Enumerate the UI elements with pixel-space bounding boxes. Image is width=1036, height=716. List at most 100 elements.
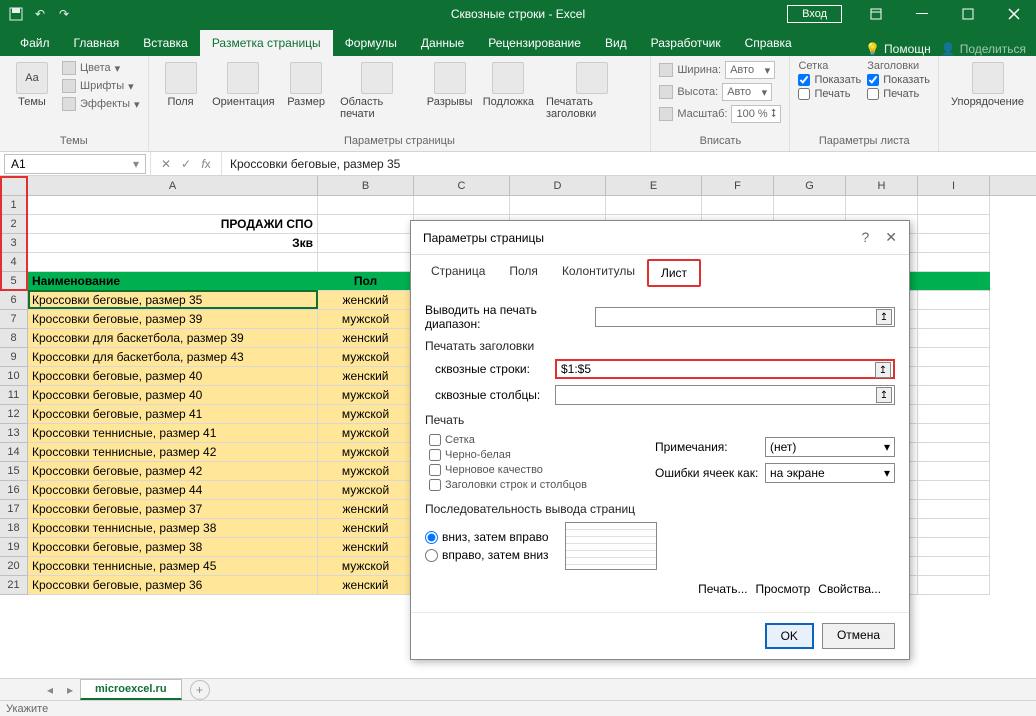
dialog-tab[interactable]: Колонтитулы	[550, 259, 647, 287]
ribbon: AaТемы Цвета▾ Шрифты▾ Эффекты▾ Темы Поля…	[0, 56, 1036, 152]
col-header[interactable]: A	[28, 176, 318, 195]
preview-button[interactable]: Просмотр	[755, 582, 810, 596]
login-button[interactable]: Вход	[787, 5, 842, 23]
enter-formula-icon[interactable]: ✓	[177, 157, 195, 171]
range-picker-icon[interactable]: ↥	[876, 309, 892, 325]
maximize-icon[interactable]	[946, 0, 990, 28]
background-button[interactable]: Подложка	[481, 60, 536, 110]
close-dialog-icon[interactable]: ✕	[885, 229, 897, 246]
cols-repeat-input[interactable]: ↥	[555, 385, 895, 405]
range-picker-icon[interactable]: ↥	[876, 387, 892, 403]
dialog-tab[interactable]: Поля	[497, 259, 550, 287]
errors-dropdown[interactable]: на экране▾	[765, 463, 895, 483]
share-button[interactable]: 👤Поделиться	[941, 42, 1026, 56]
height-dropdown[interactable]: Авто▾	[722, 83, 772, 101]
width-dropdown[interactable]: Авто▾	[725, 61, 775, 79]
dialog-tab[interactable]: Страница	[419, 259, 497, 287]
col-header[interactable]: G	[774, 176, 846, 195]
rows-repeat-input[interactable]: $1:$5↥	[555, 359, 895, 379]
title-bar: ↶ ↷ Сквозные строки - Excel Вход	[0, 0, 1036, 28]
orientation-button[interactable]: Ориентация	[211, 60, 277, 110]
group-themes: AaТемы Цвета▾ Шрифты▾ Эффекты▾ Темы	[0, 56, 149, 151]
cols-repeat-label: сквозные столбцы:	[435, 388, 555, 402]
cancel-button[interactable]: Отмена	[822, 623, 895, 649]
ribbon-tab[interactable]: Формулы	[333, 30, 409, 56]
size-button[interactable]: Размер	[282, 60, 330, 110]
comments-dropdown[interactable]: (нет)▾	[765, 437, 895, 457]
close-icon[interactable]	[992, 0, 1036, 28]
sheet-tab[interactable]: microexcel.ru	[80, 679, 182, 700]
table-row: 1	[0, 196, 1036, 215]
add-sheet-icon[interactable]: +	[190, 680, 210, 700]
colors-button[interactable]: Цвета▾	[62, 60, 140, 76]
next-sheet-icon[interactable]: ▸	[60, 683, 80, 697]
order-right-then-down[interactable]: вправо, затем вниз	[425, 548, 549, 562]
minimize-icon[interactable]	[900, 0, 944, 28]
ribbon-tab[interactable]: Вид	[593, 30, 639, 56]
ribbon-options-icon[interactable]	[854, 0, 898, 28]
ribbon-tab[interactable]: Данные	[409, 30, 476, 56]
print-titles-button[interactable]: Печатать заголовки	[542, 60, 642, 122]
ribbon-tab[interactable]: Справка	[733, 30, 804, 56]
fonts-button[interactable]: Шрифты▾	[62, 78, 140, 94]
scale-icon	[659, 107, 673, 121]
print-range-input[interactable]: ↥	[595, 307, 895, 327]
print-option-check[interactable]: Черно-белая	[429, 449, 635, 461]
group-scale: Ширина:Авто▾ Высота:Авто▾ Масштаб:100 %⭥…	[651, 56, 790, 151]
ribbon-tab[interactable]: Разметка страницы	[200, 30, 333, 56]
headings-show-check[interactable]: Показать	[867, 74, 930, 86]
print-option-check[interactable]: Заголовки строк и столбцов	[429, 479, 635, 491]
col-header[interactable]: C	[414, 176, 510, 195]
breaks-button[interactable]: Разрывы	[425, 60, 475, 110]
print-option-check[interactable]: Черновое качество	[429, 464, 635, 476]
print-area-button[interactable]: Область печати	[336, 60, 418, 122]
ribbon-tab[interactable]: Рецензирование	[476, 30, 593, 56]
ok-button[interactable]: OK	[765, 623, 814, 649]
print-section: Печать	[425, 413, 895, 427]
grid-print-check[interactable]: Печать	[798, 88, 861, 100]
arrange-button[interactable]: Упорядочение	[947, 60, 1028, 110]
undo-icon[interactable]: ↶	[30, 4, 50, 24]
name-box[interactable]: A1▾	[4, 154, 146, 174]
fx-icon[interactable]: fx	[197, 157, 215, 171]
grid-show-check[interactable]: Показать	[798, 74, 861, 86]
themes-button[interactable]: AaТемы	[8, 60, 56, 110]
group-label: Вписать	[659, 133, 781, 149]
cancel-formula-icon[interactable]: ✕	[157, 157, 175, 171]
col-header[interactable]: B	[318, 176, 414, 195]
order-down-then-right[interactable]: вниз, затем вправо	[425, 530, 549, 544]
dialog-tabs: СтраницаПоляКолонтитулыЛист	[411, 255, 909, 287]
themes-icon: Aa	[16, 62, 48, 94]
formula-input[interactable]: Кроссовки беговые, размер 35	[222, 157, 1036, 171]
dialog-tab[interactable]: Лист	[647, 259, 701, 287]
prev-sheet-icon[interactable]: ◂	[40, 683, 60, 697]
ribbon-tab[interactable]: Главная	[62, 30, 132, 56]
ribbon-tabs: ФайлГлавнаяВставкаРазметка страницыФорму…	[0, 28, 1036, 56]
print-option-check[interactable]: Сетка	[429, 434, 635, 446]
help-icon[interactable]: ?	[861, 229, 869, 246]
print-button[interactable]: Печать...	[698, 582, 747, 596]
scale-spinner[interactable]: 100 %⭥	[731, 105, 781, 123]
ribbon-tab[interactable]: Разработчик	[639, 30, 733, 56]
ribbon-tab[interactable]: Вставка	[131, 30, 200, 56]
range-picker-icon[interactable]: ↥	[875, 362, 891, 378]
col-header[interactable]: E	[606, 176, 702, 195]
status-bar: Укажите	[0, 700, 1036, 716]
redo-icon[interactable]: ↷	[54, 4, 74, 24]
col-header[interactable]: F	[702, 176, 774, 195]
effects-button[interactable]: Эффекты▾	[62, 96, 140, 112]
group-label	[947, 145, 1028, 149]
ribbon-tab[interactable]: Файл	[8, 30, 62, 56]
col-header[interactable]: H	[846, 176, 918, 195]
select-all-corner[interactable]	[0, 176, 28, 195]
headings-print-check[interactable]: Печать	[867, 88, 930, 100]
properties-button[interactable]: Свойства...	[818, 582, 881, 596]
group-page-setup: Поля Ориентация Размер Область печати Ра…	[149, 56, 652, 151]
col-header[interactable]: I	[918, 176, 990, 195]
tell-me[interactable]: 💡Помощн	[865, 42, 931, 56]
comments-label: Примечания:	[655, 440, 765, 454]
margins-button[interactable]: Поля	[157, 60, 205, 110]
group-sheet-options: Сетка Показать Печать Заголовки Показать…	[790, 56, 939, 151]
save-icon[interactable]	[6, 4, 26, 24]
col-header[interactable]: D	[510, 176, 606, 195]
